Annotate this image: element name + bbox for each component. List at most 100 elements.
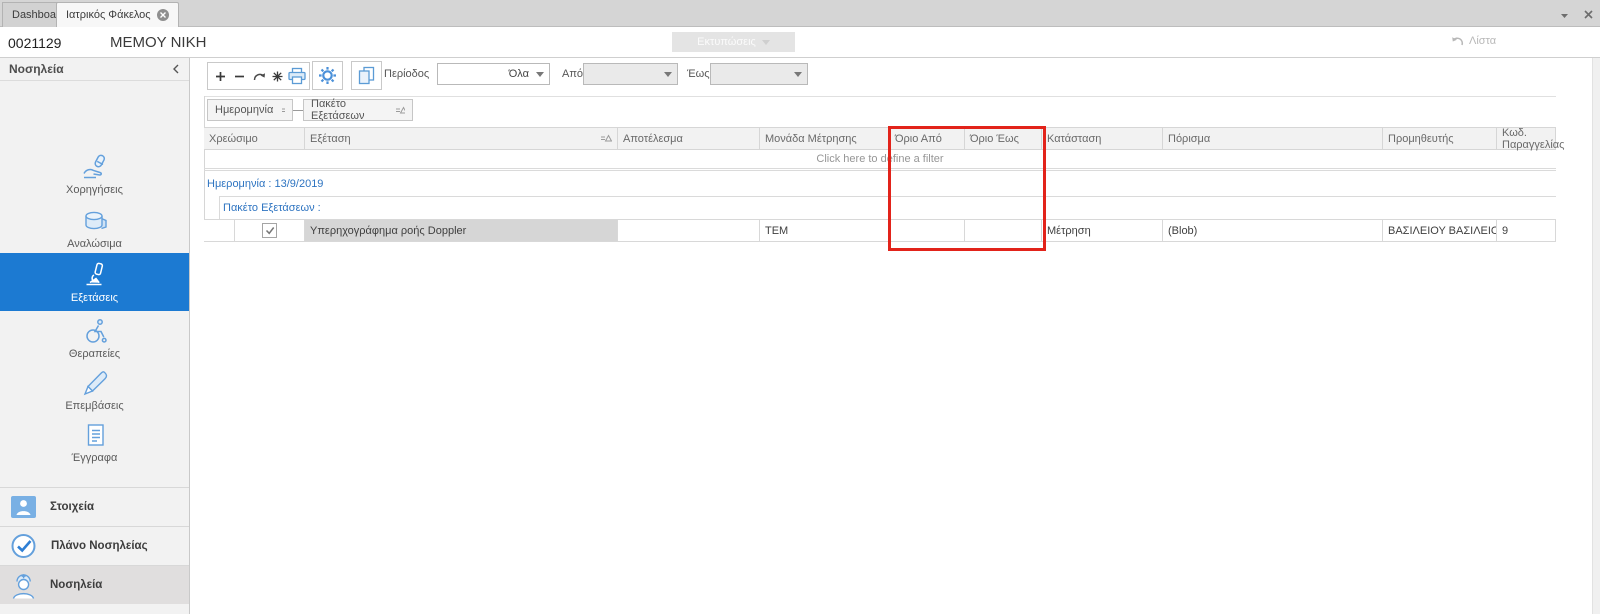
redo-arrow-icon <box>252 70 266 82</box>
table-row[interactable]: Υπερηχογράφημα ροής Doppler ΤΕΜ Μέτρηση … <box>204 219 1556 242</box>
sidebar-item-label: Χορηγήσεις <box>66 184 123 196</box>
column-header-monada[interactable]: Μονάδα Μέτρησης <box>760 128 890 149</box>
from-dropdown[interactable] <box>583 63 678 85</box>
tab-close-icon[interactable] <box>157 9 169 21</box>
cell-text: Μέτρηση <box>1047 225 1091 237</box>
cell-orio-apo[interactable] <box>890 220 965 241</box>
tab-medical-record[interactable]: Ιατρικός Φάκελος <box>56 2 179 27</box>
sidebar-bottom-label: Πλάνο Νοσηλείας <box>51 540 148 552</box>
group-row-package[interactable]: Πακέτο Εξετάσεων : <box>204 196 1556 219</box>
to-label: Έως <box>687 68 710 80</box>
copy-layout-button[interactable] <box>351 61 382 90</box>
zoom-in-button[interactable] <box>211 65 230 87</box>
sidebar-bottom-label: Στοιχεία <box>50 501 94 513</box>
sidebar-bottom-stoixeia[interactable]: Στοιχεία <box>0 487 189 526</box>
column-header-label: Πόρισμα <box>1168 133 1210 145</box>
column-header-porisma[interactable]: Πόρισμα <box>1163 128 1383 149</box>
group-row-date[interactable]: Ημερομηνία : 13/9/2019 <box>204 171 1556 196</box>
subgroup-row-label: Πακέτο Εξετάσεων : <box>223 202 321 214</box>
zoom-out-button[interactable] <box>230 65 249 87</box>
sidebar-item-xorigiseis[interactable]: Χορηγήσεις <box>0 150 189 198</box>
group-by-date-button[interactable]: Ημερομηνία <box>207 99 293 121</box>
column-header-label: Αποτέλεσμα <box>623 133 683 145</box>
column-header-label: Χρεώσιμο <box>209 133 258 145</box>
cell-text: 9 <box>1502 225 1508 237</box>
cell-promitheutis[interactable]: ΒΑΣΙΛΕΙΟΥ ΒΑΣΙΛΕΙΟΣ <box>1383 220 1497 241</box>
sidebar-item-label: Εξετάσεις <box>71 292 118 304</box>
print-button[interactable] <box>287 65 306 87</box>
sidebar-item-epemvaseis[interactable]: Επεμβάσεις <box>0 366 189 414</box>
column-header-label: Προμηθευτής <box>1388 133 1454 145</box>
column-header-label: Κατάσταση <box>1047 133 1101 145</box>
sort-icon <box>600 134 612 143</box>
column-header-label: Μονάδα Μέτρησης <box>765 133 857 145</box>
sidebar-item-label: Έγγραφα <box>72 452 118 464</box>
list-view-button[interactable]: Λίστα <box>1450 35 1496 47</box>
grid-header-row: Χρεώσιμο Εξέταση Αποτέλεσμα Μονάδα Μέτρη… <box>204 127 1556 150</box>
chevron-down-icon[interactable] <box>1560 6 1569 24</box>
filter-row[interactable]: Click here to define a filter <box>204 149 1556 169</box>
sidebar-bottom-nosileia[interactable]: Νοσηλεία <box>0 565 189 604</box>
settings-button[interactable] <box>312 61 343 90</box>
group-by-label: Πακέτο Εξετάσεων <box>311 98 387 122</box>
consumable-spool-icon <box>81 207 109 235</box>
column-header-kod-paraggelias[interactable]: Κωδ. Παραγγελίας <box>1497 128 1556 149</box>
scrollbar-track[interactable] <box>1592 58 1600 614</box>
plus-icon <box>215 71 226 82</box>
tab-label: Ιατρικός Φάκελος <box>66 9 151 21</box>
sidebar-item-eggrafa[interactable]: Έγγραφα <box>0 418 189 466</box>
cell-text: (Blob) <box>1168 225 1197 237</box>
group-row-label: Ημερομηνία : 13/9/2019 <box>207 178 323 190</box>
cell-kod-paraggelias[interactable]: 9 <box>1497 220 1556 241</box>
sidebar-title: Νοσηλεία <box>9 62 64 76</box>
copy-pages-icon <box>358 66 375 85</box>
sidebar-item-label: Αναλώσιμα <box>67 238 122 250</box>
checkbox-checked[interactable] <box>262 223 277 238</box>
sidebar-item-label: Επεμβάσεις <box>65 400 123 412</box>
sort-icon <box>395 106 405 115</box>
patient-header: 0021129 MEMOY NIKH Εκτυπώσεις Λίστα <box>0 27 1600 58</box>
row-indent-cell <box>204 220 219 241</box>
column-header-katastasi[interactable]: Κατάσταση <box>1042 128 1163 149</box>
column-header-orio-eos[interactable]: Όριο Έως <box>965 128 1042 149</box>
sidebar-item-analosima[interactable]: Αναλώσιμα <box>0 204 189 252</box>
cell-orio-eos[interactable] <box>965 220 1042 241</box>
app-window: Dashboard Ιατρικός Φάκελος 0021129 MEMOY… <box>0 0 1600 614</box>
patient-name: MEMOY NIKH <box>110 34 206 51</box>
sidebar-item-therapeies[interactable]: Θεραπείες <box>0 314 189 362</box>
patient-id: 0021129 <box>8 35 61 51</box>
check-icon <box>265 226 275 235</box>
wheelchair-icon <box>81 317 109 345</box>
group-connector <box>293 110 303 111</box>
sidebar-item-label: Θεραπείες <box>69 348 120 360</box>
column-header-apotelesma[interactable]: Αποτέλεσμα <box>618 128 760 149</box>
person-icon <box>10 495 37 519</box>
group-by-package-button[interactable]: Πακέτο Εξετάσεων <box>303 99 413 121</box>
filter-hint: Click here to define a filter <box>816 153 943 165</box>
sidebar-nosileia: Νοσηλεία Χορηγήσεις <box>0 58 190 614</box>
cell-apotelesma[interactable] <box>618 220 760 241</box>
column-header-chreosimo[interactable]: Χρεώσιμο <box>204 128 305 149</box>
cell-exetasi[interactable]: Υπερηχογράφημα ροής Doppler <box>305 220 618 241</box>
column-header-exetasi[interactable]: Εξέταση <box>305 128 618 149</box>
window-close-icon[interactable] <box>1584 6 1593 24</box>
caret-down-icon <box>794 72 802 77</box>
period-value: Όλα <box>509 68 529 80</box>
printouts-button[interactable]: Εκτυπώσεις <box>672 32 795 52</box>
sidebar-item-exetaseis[interactable]: Εξετάσεις <box>0 253 189 311</box>
from-label: Από <box>562 68 583 80</box>
record-button[interactable] <box>268 65 287 87</box>
to-dropdown[interactable] <box>710 63 808 85</box>
minus-icon <box>234 75 245 78</box>
cell-porisma[interactable]: (Blob) <box>1163 220 1383 241</box>
cell-katastasi[interactable]: Μέτρηση <box>1042 220 1163 241</box>
period-dropdown[interactable]: Όλα <box>437 63 550 85</box>
collapse-chevron-icon[interactable] <box>172 64 180 74</box>
sidebar-bottom-plano-nosileias[interactable]: Πλάνο Νοσηλείας <box>0 526 189 565</box>
cell-monada[interactable]: ΤΕΜ <box>760 220 890 241</box>
refresh-button[interactable] <box>249 65 268 87</box>
caret-down-icon <box>664 72 672 77</box>
column-header-orio-apo[interactable]: Όριο Από <box>890 128 965 149</box>
cell-chreosimo[interactable] <box>235 220 305 241</box>
column-header-promitheutis[interactable]: Προμηθευτής <box>1383 128 1497 149</box>
